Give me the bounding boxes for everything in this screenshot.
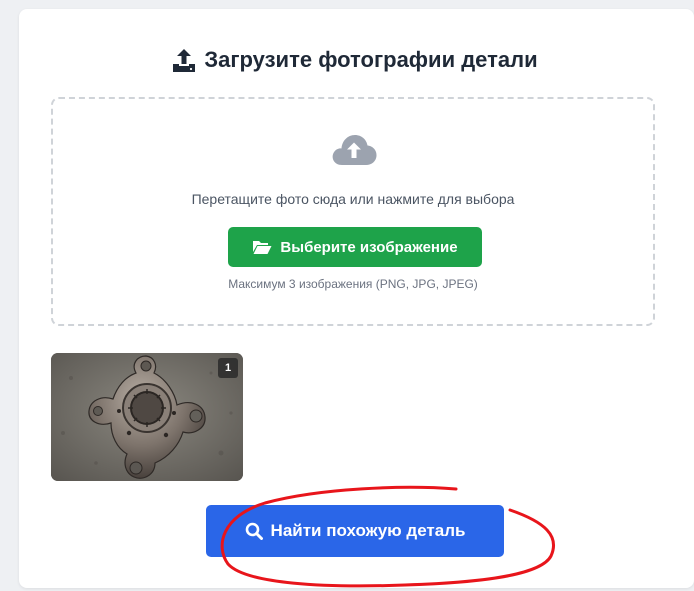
part-photo bbox=[51, 353, 243, 481]
upload-limit-hint: Максимум 3 изображения (PNG, JPG, JPEG) bbox=[228, 277, 478, 291]
title-text: Загрузите фотографии детали bbox=[204, 47, 538, 72]
choose-image-label: Выберите изображение bbox=[280, 238, 458, 256]
image-thumbnail[interactable]: 1 bbox=[51, 353, 243, 481]
upload-icon bbox=[173, 49, 196, 72]
thumbnail-index-badge: 1 bbox=[218, 358, 238, 378]
choose-image-button[interactable]: Выберите изображение bbox=[228, 227, 482, 267]
dropzone-instructions: Перетащите фото сюда или нажмите для выб… bbox=[191, 191, 515, 207]
page-title: Загрузите фотографии детали bbox=[0, 47, 694, 73]
find-similar-part-label: Найти похожую деталь bbox=[270, 521, 466, 540]
find-similar-part-button[interactable]: Найти похожую деталь bbox=[206, 505, 504, 557]
cloud-upload-icon bbox=[332, 135, 377, 165]
folder-open-icon bbox=[253, 241, 272, 254]
search-icon bbox=[245, 522, 263, 540]
